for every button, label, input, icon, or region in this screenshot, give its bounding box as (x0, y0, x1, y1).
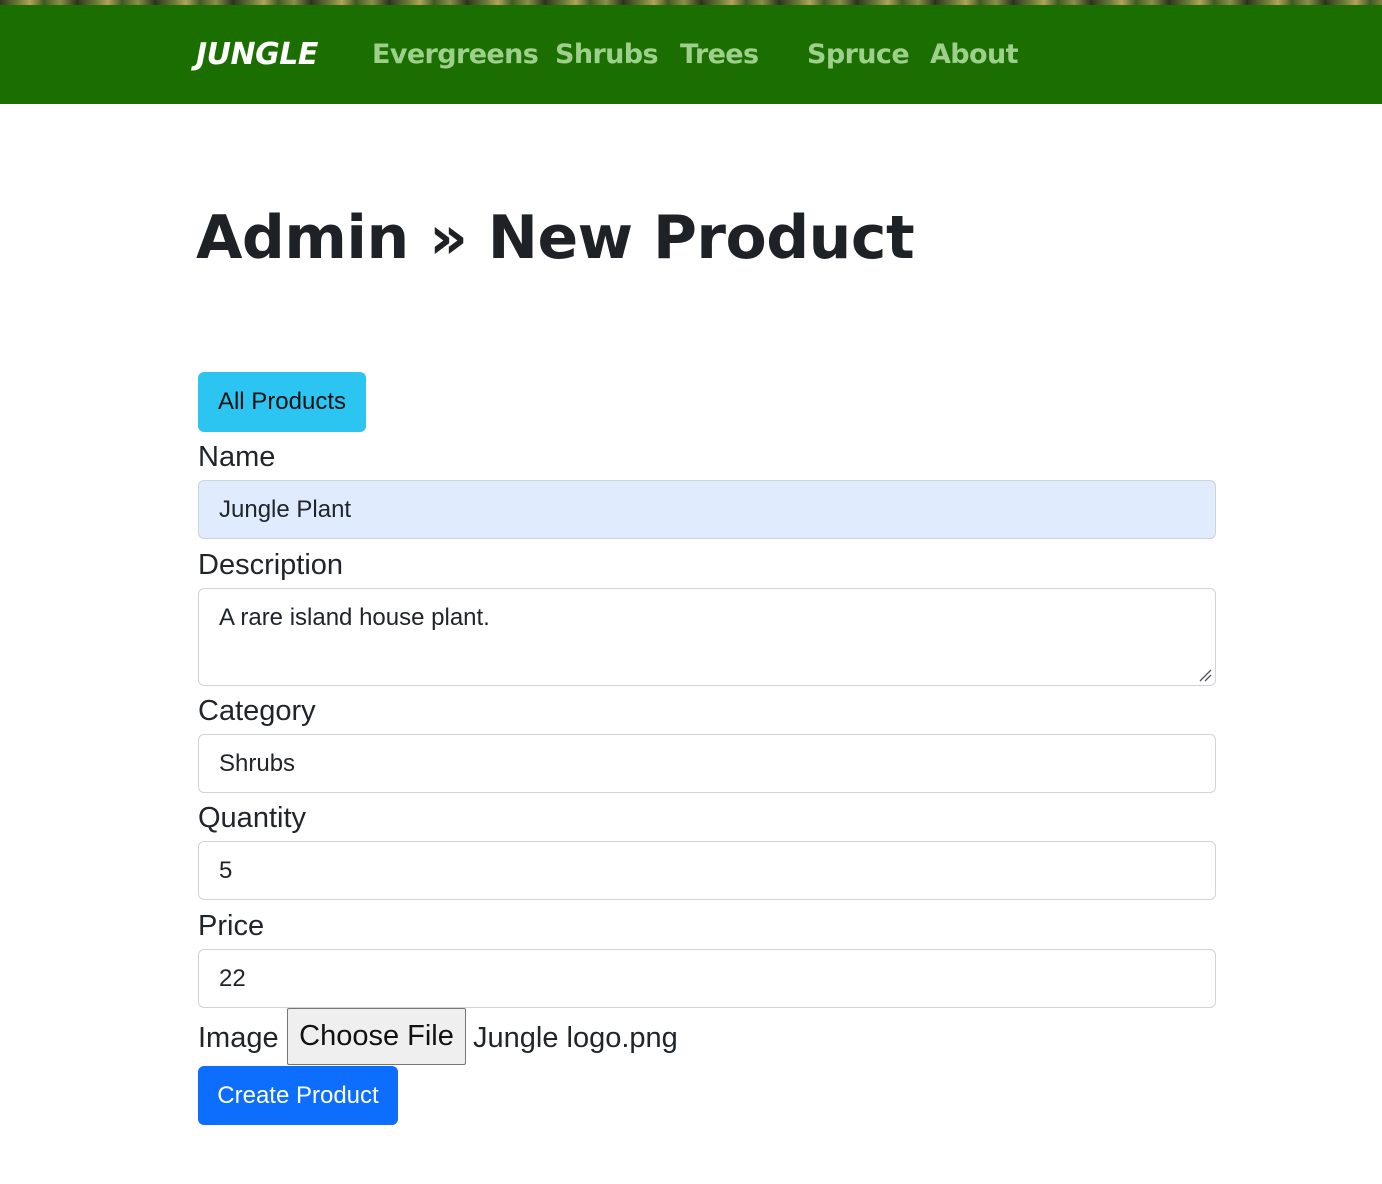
nav-link-evergreens[interactable]: Evergreens (372, 37, 539, 73)
selected-file-name: Jungle logo.png (473, 1022, 678, 1054)
price-label: Price (198, 910, 265, 942)
name-field[interactable] (198, 480, 1216, 539)
nav-link-shrubs[interactable]: Shrubs (555, 37, 659, 73)
category-field[interactable] (198, 734, 1216, 793)
image-label: Image (198, 1022, 279, 1054)
choose-file-button[interactable]: Choose File (287, 1008, 466, 1065)
page-title: Admin » New Product (196, 203, 915, 273)
resize-handle-icon[interactable] (1198, 668, 1212, 682)
description-label: Description (198, 549, 344, 581)
nav-link-trees[interactable]: Trees (680, 37, 759, 73)
category-label: Category (198, 695, 316, 727)
create-product-button[interactable]: Create Product (198, 1066, 398, 1125)
quantity-label: Quantity (198, 802, 306, 834)
all-products-button[interactable]: All Products (198, 372, 366, 432)
brand-logo[interactable]: JUNGLE (196, 37, 318, 73)
price-field[interactable] (198, 949, 1216, 1008)
description-field[interactable]: A rare island house plant. (198, 588, 1216, 686)
top-navbar: JUNGLE Evergreens Shrubs Trees Spruce Ab… (0, 5, 1382, 104)
nav-link-spruce[interactable]: Spruce (807, 37, 910, 73)
name-label: Name (198, 441, 276, 473)
nav-link-about[interactable]: About (930, 37, 1019, 73)
quantity-field[interactable] (198, 841, 1216, 900)
